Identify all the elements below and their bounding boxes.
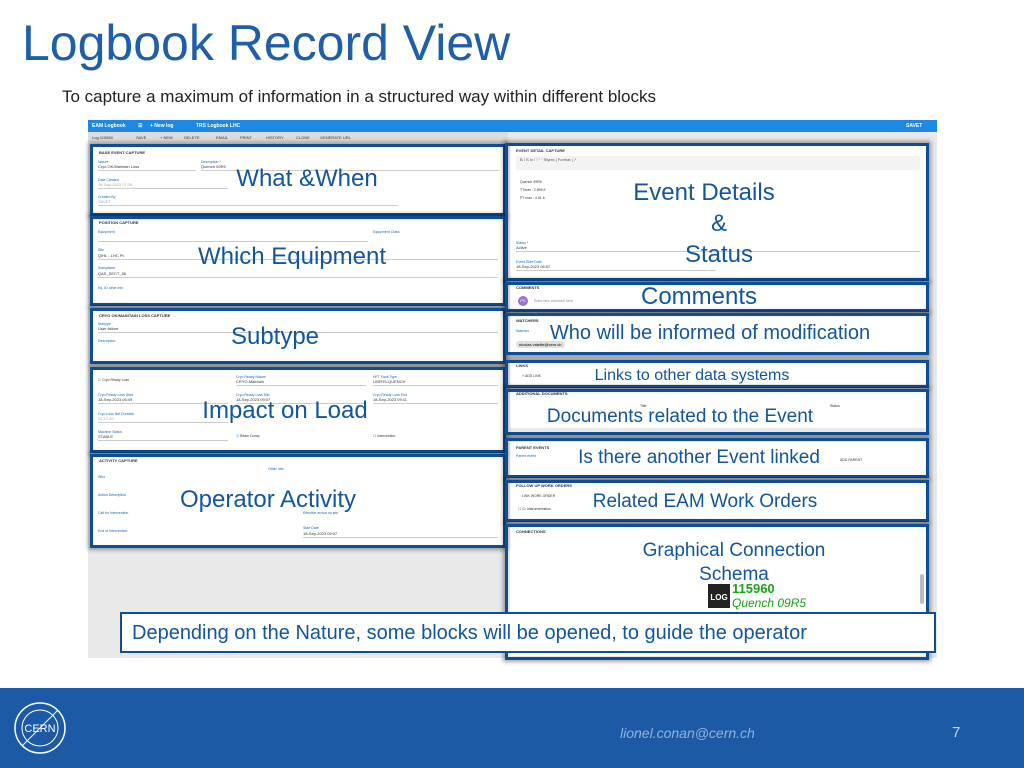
annotation-status: Status bbox=[684, 241, 754, 268]
cern-logo: CERN bbox=[14, 702, 66, 754]
author-email: lionel.conan@cern.ch bbox=[620, 725, 755, 741]
toolbar: Log 115960 SAVE + NEW DELETE EMAIL PRINT… bbox=[88, 132, 508, 142]
annotation-activity: Operator Activity bbox=[179, 486, 357, 513]
print-button[interactable]: PRINT bbox=[240, 135, 252, 140]
annotation-watchers: Who will be informed of modification bbox=[549, 322, 871, 344]
annotation-documents: Documents related to the Event bbox=[546, 406, 814, 427]
banner-note: Depending on the Nature, some blocks wil… bbox=[120, 612, 936, 653]
app-bar: EAM Logbook ☰ + New log TRS Logbook LHC … bbox=[88, 120, 937, 132]
annotation-what-when: What &When bbox=[236, 165, 378, 192]
annotation-graph-2: Schema bbox=[699, 564, 769, 585]
logbook-name: TRS Logbook LHC bbox=[196, 123, 241, 129]
generate-url-button[interactable]: GENERATE URL bbox=[320, 135, 351, 140]
annotation-subtype: Subtype bbox=[230, 323, 320, 350]
slide-subtitle: To capture a maximum of information in a… bbox=[62, 87, 657, 106]
annotation-work-orders: Related EAM Work Orders bbox=[592, 491, 818, 512]
svg-text:CERN: CERN bbox=[24, 723, 55, 735]
menu-icon[interactable]: ☰ bbox=[138, 123, 142, 129]
new-button[interactable]: + NEW bbox=[160, 135, 173, 140]
annotation-amp: & bbox=[710, 210, 728, 237]
delete-button[interactable]: DELETE bbox=[184, 135, 200, 140]
clone-button[interactable]: CLONE bbox=[296, 135, 310, 140]
new-log-button[interactable]: + New log bbox=[150, 123, 173, 129]
annotation-details: Event Details bbox=[633, 179, 775, 206]
annotation-equipment: Which Equipment bbox=[197, 243, 387, 270]
annotation-links: Links to other data systems bbox=[594, 367, 790, 384]
log-id: Log 115960 bbox=[92, 135, 113, 140]
footer bbox=[0, 688, 1024, 768]
annotation-graph-1: Graphical Connection bbox=[642, 540, 826, 561]
annotation-impact: Impact on Load bbox=[202, 397, 368, 424]
annotation-comments: Comments bbox=[640, 283, 758, 310]
page-number: 7 bbox=[952, 724, 961, 741]
email-button[interactable]: EMAIL bbox=[216, 135, 228, 140]
save-button[interactable]: SAVE bbox=[136, 135, 146, 140]
history-button[interactable]: HISTORY bbox=[266, 135, 284, 140]
slide-title: Logbook Record View bbox=[22, 15, 511, 71]
user-menu[interactable]: SAVET bbox=[906, 123, 922, 129]
annotation-parent: Is there another Event linked bbox=[578, 447, 820, 468]
app-name: EAM Logbook bbox=[92, 123, 126, 129]
